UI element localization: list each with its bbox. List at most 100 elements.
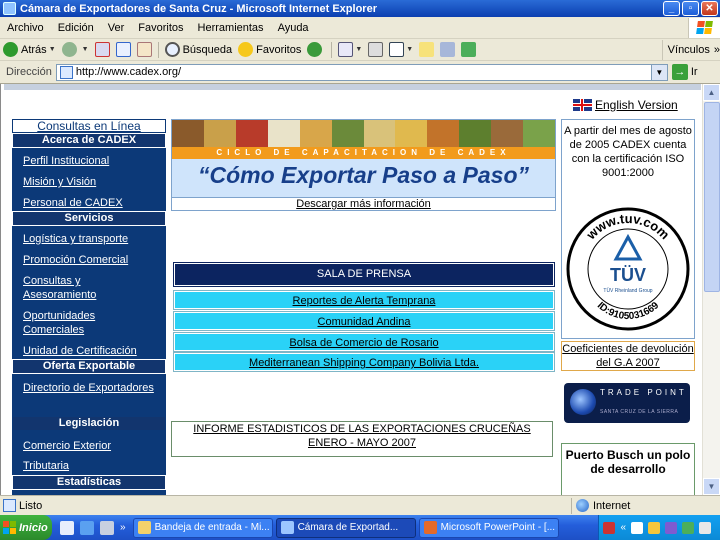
sidebar-item-consultas[interactable]: Consultas y Asesoramiento [23, 274, 113, 302]
back-button[interactable]: Atrás ▼ [0, 40, 59, 60]
menu-ayuda[interactable]: Ayuda [271, 22, 316, 34]
address-input[interactable]: http://www.cadex.org/ ▼ [55, 63, 668, 81]
forward-dropdown-icon[interactable]: ▼ [82, 46, 89, 53]
task-outlook-label: Bandeja de entrada - Mi... [154, 522, 270, 533]
seal-group-text: TÜV Rheinland Group [603, 287, 652, 294]
close-button[interactable]: ✕ [701, 1, 718, 16]
links-chevron-icon[interactable]: » [714, 44, 720, 56]
messenger-button[interactable] [458, 40, 479, 60]
scroll-up-icon[interactable]: ▲ [703, 84, 720, 101]
refresh-button[interactable] [113, 40, 134, 60]
back-label: Atrás [21, 43, 47, 56]
report-line-2: ENERO - MAYO 2007 [308, 437, 416, 449]
scroll-down-icon[interactable]: ▼ [703, 478, 720, 495]
tray-messenger-icon[interactable] [631, 521, 643, 534]
task-ie[interactable]: Cámara de Exportad... [275, 517, 416, 538]
powerpoint-icon [423, 521, 437, 534]
sidebar-item-logistica[interactable]: Logística y transporte [23, 232, 163, 246]
tray-clock-icon[interactable] [648, 521, 660, 534]
toolbar-separator [157, 41, 159, 58]
menu-ver[interactable]: Ver [101, 22, 132, 34]
capacitacion-banner[interactable]: CICLO DE CAPACITACION DE CADEX “Cómo Exp… [171, 119, 556, 211]
download-info-link[interactable]: Descargar más información [172, 197, 555, 210]
sidebar-item-personal[interactable]: Personal de CADEX [23, 196, 163, 210]
menu-herramientas[interactable]: Herramientas [191, 22, 271, 34]
menu-favoritos[interactable]: Favoritos [131, 22, 190, 34]
tray-chevron-icon[interactable]: « [620, 522, 626, 533]
trade-point-logo[interactable]: TRADE POINT SANTA CRUZ DE LA SIERRA [564, 383, 690, 423]
press-link-alerta[interactable]: Reportes de Alerta Temprana [173, 290, 555, 310]
start-button[interactable]: Inicio [0, 515, 52, 540]
sidebar-item-oportunidades[interactable]: Oportunidades Comerciales [23, 309, 113, 337]
search-button[interactable]: Búsqueda [162, 40, 236, 60]
puerto-busch-link[interactable]: Puerto Busch un polo de desarrollo [561, 443, 695, 495]
section-acerca: Acerca de CADEX [12, 133, 166, 148]
discuss-button[interactable] [416, 40, 437, 60]
history-button[interactable] [304, 40, 328, 60]
sidebar-item-directorio[interactable]: Directorio de Exportadores [23, 381, 163, 395]
print-button[interactable] [365, 40, 386, 60]
banner-product-photos [172, 120, 556, 147]
banner-title: “Cómo Exportar Paso a Paso” [197, 162, 530, 188]
printer-icon [368, 42, 384, 57]
task-powerpoint[interactable]: Microsoft PowerPoint - [... [418, 517, 559, 538]
go-arrow-icon[interactable]: → [671, 64, 688, 80]
sidebar-item-perfil[interactable]: Perfil Institucional [23, 154, 163, 168]
stop-button[interactable] [92, 40, 113, 60]
sidebar-item-promocion[interactable]: Promoción Comercial [23, 253, 163, 267]
press-link-msc[interactable]: Mediterranean Shipping Company Bolivia L… [173, 352, 555, 372]
consultas-en-linea-link[interactable]: Consultas en Línea [12, 119, 166, 133]
research-button[interactable] [437, 40, 458, 60]
tuv-seal-icon[interactable]: www.tuv.com ID:9105031669 TÜV TÜV Rheinl… [566, 207, 690, 331]
quick-launch: » [60, 520, 130, 535]
tray-app-icon[interactable] [603, 521, 616, 534]
task-outlook[interactable]: Bandeja de entrada - Mi... [132, 517, 273, 538]
tray-security-icon[interactable] [682, 521, 694, 534]
window-title: Cámara de Exportadores de Santa Cruz - M… [20, 2, 377, 15]
internet-globe-icon [576, 499, 589, 512]
minimize-button[interactable]: _ [663, 1, 680, 16]
sidebar-item-certificacion[interactable]: Unidad de Certificación [23, 344, 163, 358]
address-url[interactable]: http://www.cadex.org/ [76, 66, 651, 78]
english-version-link[interactable]: English Version [573, 98, 678, 112]
go-button[interactable]: Ir [691, 66, 698, 78]
media-player-icon[interactable] [100, 520, 114, 535]
favorites-button[interactable]: Favoritos [235, 40, 304, 60]
favorites-label: Favoritos [256, 43, 302, 56]
sidebar-item-tributaria[interactable]: Tributaria [23, 459, 163, 473]
press-link-bolsa[interactable]: Bolsa de Comercio de Rosario [173, 332, 555, 352]
mail-dropdown-icon[interactable]: ▼ [355, 46, 362, 53]
forward-button[interactable]: ▼ [59, 40, 92, 60]
trade-point-name: TRADE POINT [600, 388, 687, 397]
back-dropdown-icon[interactable]: ▼ [49, 46, 56, 53]
menu-edicion[interactable]: Edición [51, 22, 101, 34]
links-bar[interactable]: Vínculos » [661, 39, 720, 60]
section-servicios: Servicios [12, 211, 166, 226]
mail-button[interactable]: ▼ [335, 40, 365, 60]
scroll-thumb[interactable] [704, 102, 720, 292]
sidebar-item-mision[interactable]: Misión y Visión [23, 175, 163, 189]
address-dropdown-icon[interactable]: ▼ [650, 64, 667, 80]
document-icon [3, 499, 16, 512]
tray-volume-icon[interactable] [699, 521, 711, 534]
edit-dropdown-icon[interactable]: ▼ [406, 46, 413, 53]
window-titlebar[interactable]: Cámara de Exportadores de Santa Cruz - M… [0, 0, 720, 17]
ie-quicklaunch-icon[interactable] [80, 520, 94, 535]
links-label: Vínculos [667, 43, 710, 56]
vertical-scrollbar[interactable]: ▲ ▼ [702, 84, 720, 495]
page-viewport: English Version Consultas en Línea Acerc… [0, 84, 702, 495]
refund-coefficients-link[interactable]: Coeficientes de devolución del G.A 2007 [561, 341, 695, 371]
status-text: Listo [19, 499, 43, 512]
system-tray: « [598, 515, 720, 540]
menu-archivo[interactable]: Archivo [0, 22, 51, 34]
sidebar-item-comercio-exterior[interactable]: Comercio Exterior [23, 439, 163, 453]
home-button[interactable] [134, 40, 155, 60]
messenger-icon [461, 42, 477, 57]
press-link-comunidad[interactable]: Comunidad Andina [173, 311, 555, 331]
tray-network-icon[interactable] [665, 521, 677, 534]
maximize-button[interactable]: ▫ [682, 1, 699, 16]
statistics-report-link[interactable]: INFORME ESTADISTICOS DE LAS EXPORTACIONE… [171, 421, 553, 457]
quicklaunch-more-icon[interactable]: » [120, 522, 126, 533]
show-desktop-icon[interactable] [60, 520, 74, 535]
edit-button[interactable]: ▼ [386, 40, 416, 60]
